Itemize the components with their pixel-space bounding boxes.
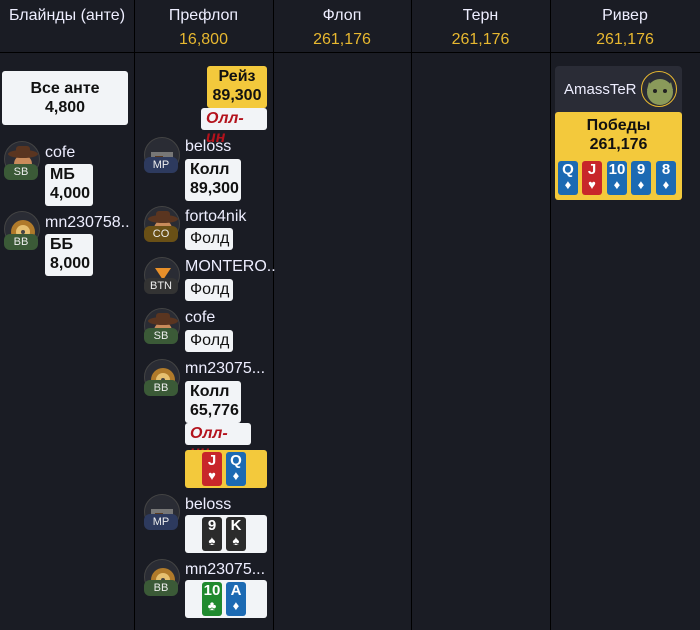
position-badge: CO <box>144 226 178 242</box>
showdown-cards: 9 ♠ K ♠ <box>185 515 267 553</box>
column-header-flop: Флоп 261,176 <box>273 0 411 53</box>
playing-card: 10 ♦ <box>607 161 627 195</box>
playing-card: 9 ♠ <box>202 517 222 551</box>
action-box: Фолд <box>185 330 233 352</box>
player-name: mn23075... <box>185 561 266 578</box>
result-amount: 261,176 <box>589 136 648 153</box>
action-amount: 8,000 <box>50 255 91 272</box>
column-title: Терн <box>462 7 499 24</box>
player-name: beloss <box>185 496 232 513</box>
position-badge: BB <box>144 380 178 396</box>
allin-badge: Олл-ин <box>185 423 251 461</box>
cat-icon <box>647 79 673 105</box>
playing-card: K ♠ <box>226 517 246 551</box>
playing-card: J ♥ <box>582 161 602 195</box>
playing-card: 10 ♣ <box>202 582 222 616</box>
column-divider <box>134 0 135 630</box>
column-header-blinds: Блайнды (анте) <box>0 0 134 53</box>
action-label: Рейз <box>218 68 256 85</box>
position-badge: BB <box>4 234 38 250</box>
action-amount: 89,300 <box>190 180 239 197</box>
column-title: Флоп <box>322 7 362 24</box>
column-divider <box>411 0 412 630</box>
winner-name: AmassTeR <box>564 81 637 98</box>
position-badge: SB <box>4 164 38 180</box>
action-label: Колл <box>190 383 230 400</box>
player-name: mn23075... <box>185 360 266 377</box>
position-badge: MP <box>144 514 178 530</box>
action-label: МБ <box>50 166 75 183</box>
player-name: cofe <box>185 309 216 326</box>
action-box: Фолд <box>185 279 233 301</box>
action-box: Колл 65,776 <box>185 381 241 423</box>
showdown-cards: 10 ♣ A ♦ <box>185 580 267 618</box>
player-name: MONTERO.. <box>185 258 276 275</box>
allin-badge: Олл-ин <box>201 108 267 146</box>
playing-card: Q ♦ <box>558 161 578 195</box>
playing-card: A ♦ <box>226 582 246 616</box>
column-title: Префлоп <box>168 7 239 24</box>
raise-box: Рейз 89,300 <box>207 66 267 108</box>
column-divider <box>273 0 274 630</box>
winner-panel: AmassTeR Победы 261,176 Q ♦ J ♥ 10 ♦ 9 ♦ 8 ♦ <box>555 66 682 200</box>
action-amount: 89,300 <box>212 87 262 104</box>
action-label: ББ <box>50 236 73 253</box>
column-header-preflop: Префлоп 16,800 <box>134 0 273 53</box>
action-label: Колл <box>190 161 230 178</box>
player-name: forto4nik <box>185 208 247 225</box>
ante-amount: 4,800 <box>44 99 86 116</box>
action-box: МБ 4,000 <box>45 164 93 206</box>
playing-card: J ♥ <box>202 452 222 486</box>
position-badge: BB <box>144 580 178 596</box>
hero-cards: J ♥ Q ♦ <box>185 450 267 488</box>
player-avatar[interactable] <box>641 71 677 107</box>
player-name: cofe <box>45 144 76 161</box>
playing-card: Q ♦ <box>226 452 246 486</box>
action-amount: 4,000 <box>50 185 91 202</box>
column-title: Ривер <box>602 7 648 24</box>
position-badge: SB <box>144 328 178 344</box>
result-label: Победы <box>586 117 651 134</box>
action-box: Колл 89,300 <box>185 159 241 201</box>
player-name: mn230758.. <box>45 214 130 231</box>
pot-amount: 261,176 <box>451 31 510 48</box>
action-box: ББ 8,000 <box>45 234 93 276</box>
player-name: beloss <box>185 138 232 155</box>
column-divider <box>550 0 551 630</box>
pot-amount: 16,800 <box>179 31 228 48</box>
column-title: Блайнды (анте) <box>8 7 126 24</box>
pot-amount: 261,176 <box>313 31 371 48</box>
ante-box: Все анте 4,800 <box>2 71 128 125</box>
position-badge: BTN <box>144 278 178 294</box>
pot-amount: 261,176 <box>596 31 654 48</box>
position-badge: MP <box>144 157 178 173</box>
column-header-turn: Терн 261,176 <box>411 0 550 53</box>
action-box: Фолд <box>185 228 233 250</box>
ante-label: Все анте <box>30 80 100 97</box>
action-amount: 65,776 <box>190 402 239 419</box>
playing-card: 9 ♦ <box>631 161 651 195</box>
playing-card: 8 ♦ <box>656 161 676 195</box>
column-header-river: Ривер 261,176 <box>550 0 700 53</box>
